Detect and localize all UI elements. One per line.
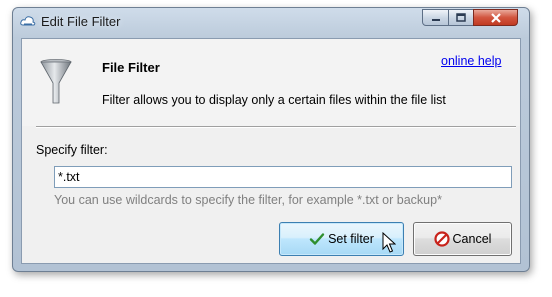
header-title: File Filter xyxy=(102,60,160,75)
dialog-body: File Filter online help Filter allows yo… xyxy=(21,38,521,264)
close-button[interactable] xyxy=(473,9,518,26)
cancel-button[interactable]: Cancel xyxy=(413,222,512,256)
header-divider xyxy=(36,126,516,128)
mouse-pointer-icon xyxy=(382,232,396,253)
window-title: Edit File Filter xyxy=(41,14,121,29)
no-entry-icon xyxy=(433,231,450,247)
header-description: Filter allows you to display only a cert… xyxy=(102,93,446,107)
app-cloud-icon xyxy=(20,16,36,26)
filter-input[interactable] xyxy=(54,166,512,188)
title-bar[interactable]: Edit File Filter xyxy=(13,8,529,34)
close-icon xyxy=(490,12,501,23)
maximize-button[interactable] xyxy=(448,9,474,26)
dialog-header: File Filter online help Filter allows yo… xyxy=(22,39,520,126)
wildcard-hint: You can use wildcards to specify the fil… xyxy=(54,193,442,207)
funnel-icon xyxy=(40,59,72,104)
specify-filter-label: Specify filter: xyxy=(36,143,108,157)
edit-file-filter-dialog: Edit File Filter File Filter online help… xyxy=(12,7,530,272)
set-filter-label: Set filter xyxy=(328,232,374,246)
maximize-icon xyxy=(456,13,466,22)
minimize-button[interactable] xyxy=(422,9,449,26)
online-help-link[interactable]: online help xyxy=(441,54,501,68)
cancel-label: Cancel xyxy=(452,232,492,246)
minimize-icon xyxy=(431,18,440,21)
checkmark-icon xyxy=(309,233,325,245)
